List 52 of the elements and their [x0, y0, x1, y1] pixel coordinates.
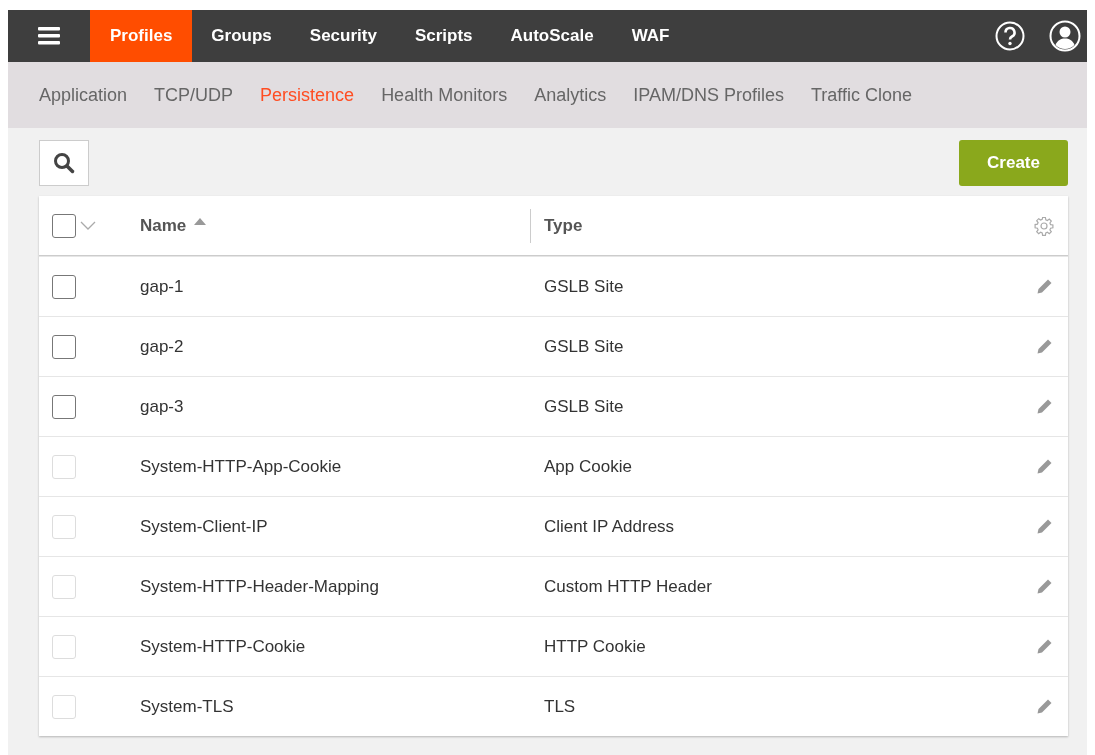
table-cell: HTTP Cookie: [544, 636, 646, 656]
pencil-icon[interactable]: [1035, 577, 1053, 596]
table-cell: TLS: [544, 696, 576, 716]
table-cell: System-HTTP-Header-Mapping: [140, 576, 379, 597]
table-cell: System-HTTP-App-Cookie: [140, 456, 342, 477]
table-cell: gap-3: [140, 396, 184, 417]
table-cell: Custom HTTP Header: [544, 576, 712, 596]
pencil-icon[interactable]: [1035, 637, 1053, 656]
sub-tab[interactable]: Application: [39, 84, 128, 106]
pencil-icon[interactable]: [1035, 397, 1053, 416]
table-cell: System-HTTP-Cookie: [140, 636, 306, 657]
table-cell: GSLB Site: [544, 336, 624, 356]
checkbox[interactable]: [52, 394, 76, 419]
create-button[interactable]: Create: [959, 140, 1068, 186]
table-cell: gap-2: [140, 336, 184, 357]
chevron-down-icon[interactable]: [80, 220, 96, 231]
pencil-icon[interactable]: [1035, 337, 1053, 356]
table-cell: GSLB Site: [544, 396, 624, 416]
search-icon: [53, 152, 75, 174]
sub-tab[interactable]: Health Monitors: [381, 84, 508, 106]
nav-tab[interactable]: AutoScale: [491, 10, 613, 62]
pencil-icon[interactable]: [1035, 517, 1053, 536]
table-cell: System-Client-IP: [140, 516, 268, 537]
sub-tab[interactable]: Analytics: [534, 84, 607, 106]
table-cell: Client IP Address: [544, 516, 675, 536]
checkbox[interactable]: [52, 274, 76, 299]
sub-tab[interactable]: IPAM/DNS Profiles: [633, 84, 784, 106]
checkbox[interactable]: [52, 213, 76, 238]
nav-tab[interactable]: Scripts: [395, 10, 492, 62]
table-cell: System-TLS: [140, 696, 234, 717]
search-button[interactable]: [39, 140, 89, 186]
nav-tab[interactable]: Groups: [192, 10, 291, 62]
column-header[interactable]: Type: [544, 215, 583, 235]
table-cell: GSLB Site: [544, 276, 624, 296]
nav-tab[interactable]: Profiles: [90, 10, 193, 62]
column-header[interactable]: Name: [140, 215, 187, 236]
sub-tab[interactable]: Persistence: [260, 84, 355, 106]
table-cell: App Cookie: [544, 456, 632, 476]
nav-tab[interactable]: WAF: [612, 10, 689, 62]
gear-icon[interactable]: [1034, 215, 1054, 236]
sub-tab[interactable]: Traffic Clone: [810, 84, 912, 106]
help-icon[interactable]: [995, 21, 1025, 51]
checkbox[interactable]: [52, 334, 76, 359]
sort-up-icon: [194, 218, 207, 225]
user-icon[interactable]: [1049, 20, 1081, 52]
menu-icon[interactable]: [38, 27, 60, 45]
table-cell: gap-1: [140, 276, 184, 297]
sub-tab[interactable]: TCP/UDP: [154, 84, 234, 106]
pencil-icon[interactable]: [1035, 697, 1053, 716]
nav-tab[interactable]: Security: [290, 10, 396, 62]
pencil-icon[interactable]: [1035, 277, 1053, 296]
pencil-icon[interactable]: [1035, 457, 1053, 476]
